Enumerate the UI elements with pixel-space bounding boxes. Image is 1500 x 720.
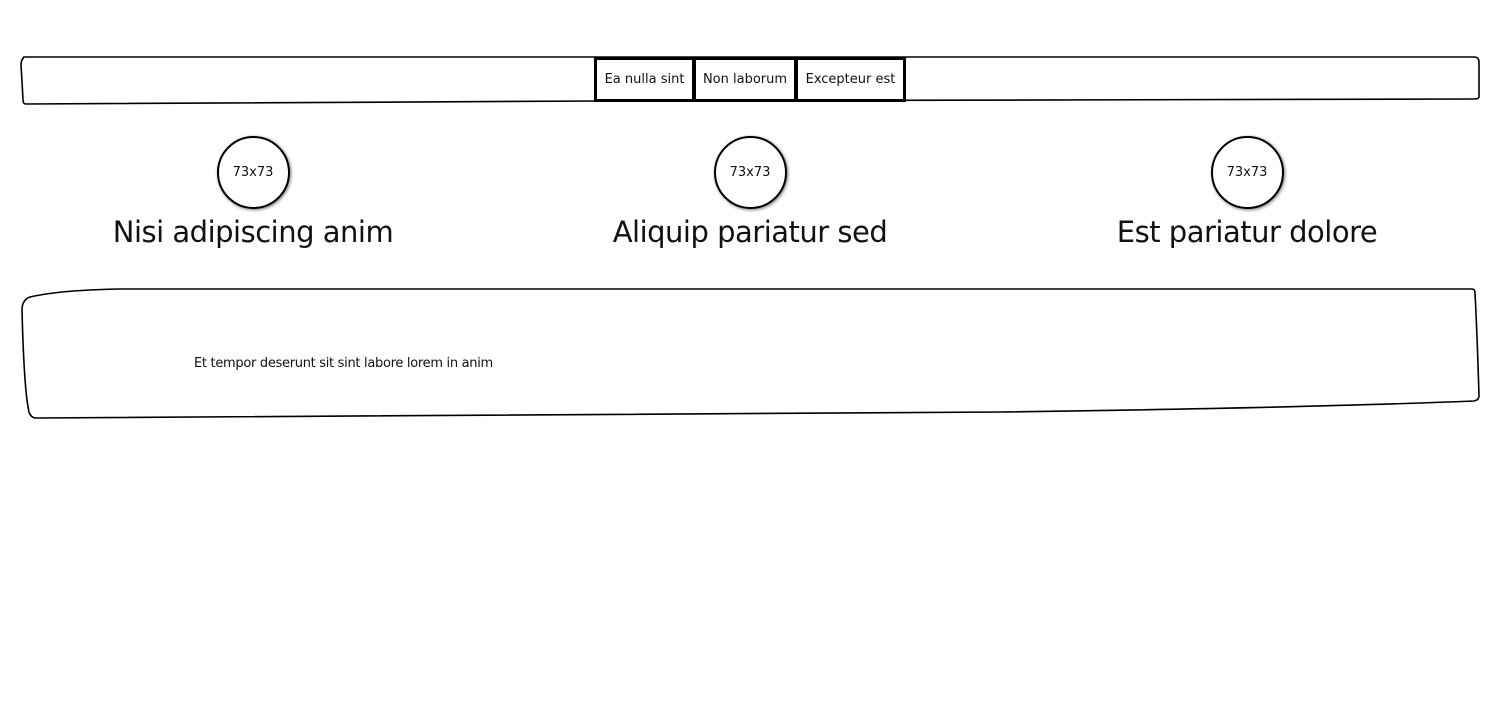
nav-button-non-laborum[interactable]: Non laborum — [693, 57, 797, 102]
feature-title: Nisi adipiscing anim — [112, 215, 394, 249]
content-text: Et tempor deserunt sit sint labore lorem… — [194, 356, 493, 371]
nav-button-excepteur-est[interactable]: Excepteur est — [795, 57, 906, 102]
top-nav: Ea nulla sint Non laborum Excepteur est — [594, 57, 906, 102]
image-placeholder: 73x73 — [1210, 136, 1284, 209]
content-panel-outline — [21, 288, 1480, 419]
feature-card: 73x73 Aliquip pariatur sed — [550, 136, 950, 251]
image-placeholder: 73x73 — [216, 136, 290, 209]
image-placeholder: 73x73 — [713, 136, 787, 209]
feature-card: 73x73 Nisi adipiscing anim — [53, 136, 453, 251]
feature-title: Est pariatur dolore — [1116, 215, 1378, 249]
feature-title: Aliquip pariatur sed — [612, 215, 888, 249]
feature-card: 73x73 Est pariatur dolore — [1047, 136, 1447, 251]
nav-button-ea-nulla-sint[interactable]: Ea nulla sint — [594, 57, 695, 102]
